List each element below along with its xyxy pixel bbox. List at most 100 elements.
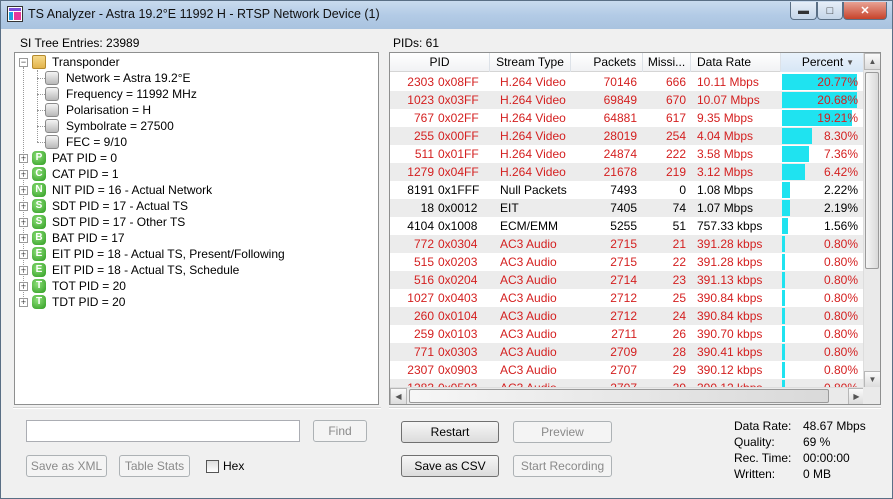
table-row[interactable]: 515 0x0203 AC3 Audio 2715 22 391.28 kbps 0.80%: [390, 253, 865, 271]
missing-cell: 51: [672, 219, 686, 233]
horizontal-scroll-thumb[interactable]: [409, 389, 829, 403]
restart-button[interactable]: Restart: [401, 421, 499, 443]
tree-item[interactable]: + E EIT PID = 18 - Actual TS, Present/Foll…: [15, 246, 375, 262]
data-rate-cell: 757.33 kbps: [697, 219, 763, 233]
packets-cell: 5255: [610, 219, 637, 233]
vertical-scrollbar[interactable]: ▲ ▼: [863, 53, 880, 388]
tree-item[interactable]: + T TOT PID = 20: [15, 278, 375, 294]
horizontal-scrollbar[interactable]: ◀ ▶: [390, 387, 865, 404]
vertical-scroll-thumb[interactable]: [865, 72, 879, 269]
pid-hex-cell: 0x08FF: [438, 75, 479, 89]
tree-item[interactable]: + P PAT PID = 0: [15, 150, 375, 166]
column-header-pid[interactable]: PID: [390, 53, 490, 72]
packets-cell: 2712: [610, 309, 637, 323]
table-row[interactable]: 260 0x0104 AC3 Audio 2712 24 390.84 kbps 0.80%: [390, 307, 865, 325]
column-header-data-rate[interactable]: Data Rate: [691, 53, 781, 72]
data-rate-cell: 3.12 Mbps: [697, 165, 754, 179]
pid-cell: 2307: [407, 363, 434, 377]
table-row[interactable]: 1279 0x04FF H.264 Video 21678 219 3.12 Mbps 6.…: [390, 163, 865, 181]
scroll-up-icon[interactable]: ▲: [864, 53, 880, 70]
missing-cell: 29: [672, 363, 686, 377]
table-row[interactable]: 2307 0x0903 AC3 Audio 2707 29 390.12 kbps 0.80…: [390, 361, 865, 379]
stream-type-cell: Null Packets: [500, 183, 567, 197]
green-t-icon: T: [32, 279, 46, 293]
pid-cell: 515: [413, 255, 434, 269]
table-stats-button[interactable]: Table Stats: [119, 455, 190, 477]
table-row[interactable]: 767 0x02FF H.264 Video 64881 617 9.35 Mbps 19.…: [390, 109, 865, 127]
data-rate-cell: 1.07 Mbps: [697, 201, 754, 215]
table-row[interactable]: 772 0x0304 AC3 Audio 2715 21 391.28 kbps 0.80%: [390, 235, 865, 253]
data-rate-cell: 3.58 Mbps: [697, 147, 754, 161]
si-tree-entries-label: SI Tree Entries: 23989: [20, 36, 140, 50]
minimize-button[interactable]: ▬: [790, 2, 817, 20]
tree-item[interactable]: + B BAT PID = 17: [15, 230, 375, 246]
search-input[interactable]: [26, 420, 300, 442]
table-row[interactable]: 255 0x00FF H.264 Video 28019 254 4.04 Mbps 8.3…: [390, 127, 865, 145]
column-header-missing[interactable]: Missi...: [643, 53, 691, 72]
tree-connector: [37, 94, 45, 95]
stat-value: 48.67 Mbps: [803, 419, 866, 433]
hex-checkbox[interactable]: [206, 460, 219, 473]
table-row[interactable]: 4104 0x1008 ECM/EMM 5255 51 757.33 kbps 1.56%: [390, 217, 865, 235]
tree-connector: [23, 67, 24, 303]
missing-cell: 0: [679, 183, 686, 197]
column-header-packets[interactable]: Packets: [571, 53, 643, 72]
percent-cell: 0.80%: [823, 291, 858, 305]
table-row[interactable]: 259 0x0103 AC3 Audio 2711 26 390.70 kbps 0.80%: [390, 325, 865, 343]
collapse-icon[interactable]: −: [19, 58, 28, 67]
tree-item[interactable]: − Transponder: [15, 54, 375, 70]
tree-item[interactable]: + N NIT PID = 16 - Actual Network: [15, 182, 375, 198]
tree-item[interactable]: + S SDT PID = 17 - Other TS: [15, 214, 375, 230]
column-header-percent[interactable]: Percent ▼: [781, 53, 865, 72]
si-tree[interactable]: − Transponder Network = Astra 19.2°E Freque…: [14, 52, 379, 405]
table-row[interactable]: 516 0x0204 AC3 Audio 2714 23 391.13 kbps 0.80%: [390, 271, 865, 289]
pid-hex-cell: 0x0012: [438, 201, 478, 215]
table-row[interactable]: 2303 0x08FF H.264 Video 70146 666 10.11 Mbps 2…: [390, 73, 865, 91]
table-header: PID Stream Type Packets Missi... Data Ra…: [390, 53, 865, 72]
scroll-left-icon[interactable]: ◀: [390, 388, 407, 404]
title-bar[interactable]: TS Analyzer - Astra 19.2°E 11992 H - RTS…: [1, 1, 892, 29]
scroll-corner: [863, 387, 880, 404]
table-row[interactable]: 771 0x0303 AC3 Audio 2709 28 390.41 kbps 0.80%: [390, 343, 865, 361]
packets-cell: 21678: [603, 165, 637, 179]
tree-item[interactable]: Polarisation = H: [15, 102, 375, 118]
save-as-xml-button[interactable]: Save as XML: [26, 455, 107, 477]
pid-cell: 516: [413, 273, 434, 287]
tree-item[interactable]: Network = Astra 19.2°E: [15, 70, 375, 86]
data-rate-cell: 390.70 kbps: [697, 327, 763, 341]
gray-node-icon: [45, 135, 59, 149]
tree-item[interactable]: Symbolrate = 27500: [15, 118, 375, 134]
table-row[interactable]: 1023 0x03FF H.264 Video 69849 670 10.07 Mbps 2…: [390, 91, 865, 109]
packets-cell: 2712: [610, 291, 637, 305]
stream-type-cell: H.264 Video: [500, 147, 566, 161]
packets-cell: 2715: [610, 237, 637, 251]
start-recording-button[interactable]: Start Recording: [513, 455, 612, 477]
tree-item[interactable]: Frequency = 11992 MHz: [15, 86, 375, 102]
column-header-stream-type[interactable]: Stream Type: [490, 53, 571, 72]
table-row[interactable]: 511 0x01FF H.264 Video 24874 222 3.58 Mbps 7.3…: [390, 145, 865, 163]
close-button[interactable]: ✕: [843, 2, 887, 20]
tree-item[interactable]: + S SDT PID = 17 - Actual TS: [15, 198, 375, 214]
pid-cell: 255: [413, 129, 434, 143]
pid-cell: 1023: [407, 93, 434, 107]
table-row[interactable]: 1027 0x0403 AC3 Audio 2712 25 390.84 kbps 0.80…: [390, 289, 865, 307]
stream-type-cell: AC3 Audio: [500, 255, 557, 269]
tree-item[interactable]: + E EIT PID = 18 - Actual TS, Schedule: [15, 262, 375, 278]
tree-item[interactable]: + T TDT PID = 20: [15, 294, 375, 310]
scroll-down-icon[interactable]: ▼: [864, 371, 880, 388]
data-rate-cell: 9.35 Mbps: [697, 111, 754, 125]
preview-button[interactable]: Preview: [513, 421, 612, 443]
gray-node-icon: [45, 103, 59, 117]
tree-item[interactable]: FEC = 9/10: [15, 134, 375, 150]
table-row[interactable]: 8191 0x1FFF Null Packets 7493 0 1.08 Mbps 2.22…: [390, 181, 865, 199]
data-rate-cell: 4.04 Mbps: [697, 129, 754, 143]
table-row[interactable]: 18 0x0012 EIT 7405 74 1.07 Mbps 2.19%: [390, 199, 865, 217]
find-button[interactable]: Find: [313, 420, 367, 442]
tree-item[interactable]: + C CAT PID = 1: [15, 166, 375, 182]
divider: [389, 407, 881, 409]
save-as-csv-button[interactable]: Save as CSV: [401, 455, 499, 477]
missing-cell: 25: [672, 291, 686, 305]
maximize-button[interactable]: □: [817, 2, 843, 20]
stat-value: 0 MB: [803, 467, 832, 481]
pid-table[interactable]: PID Stream Type Packets Missi... Data Ra…: [389, 52, 881, 405]
